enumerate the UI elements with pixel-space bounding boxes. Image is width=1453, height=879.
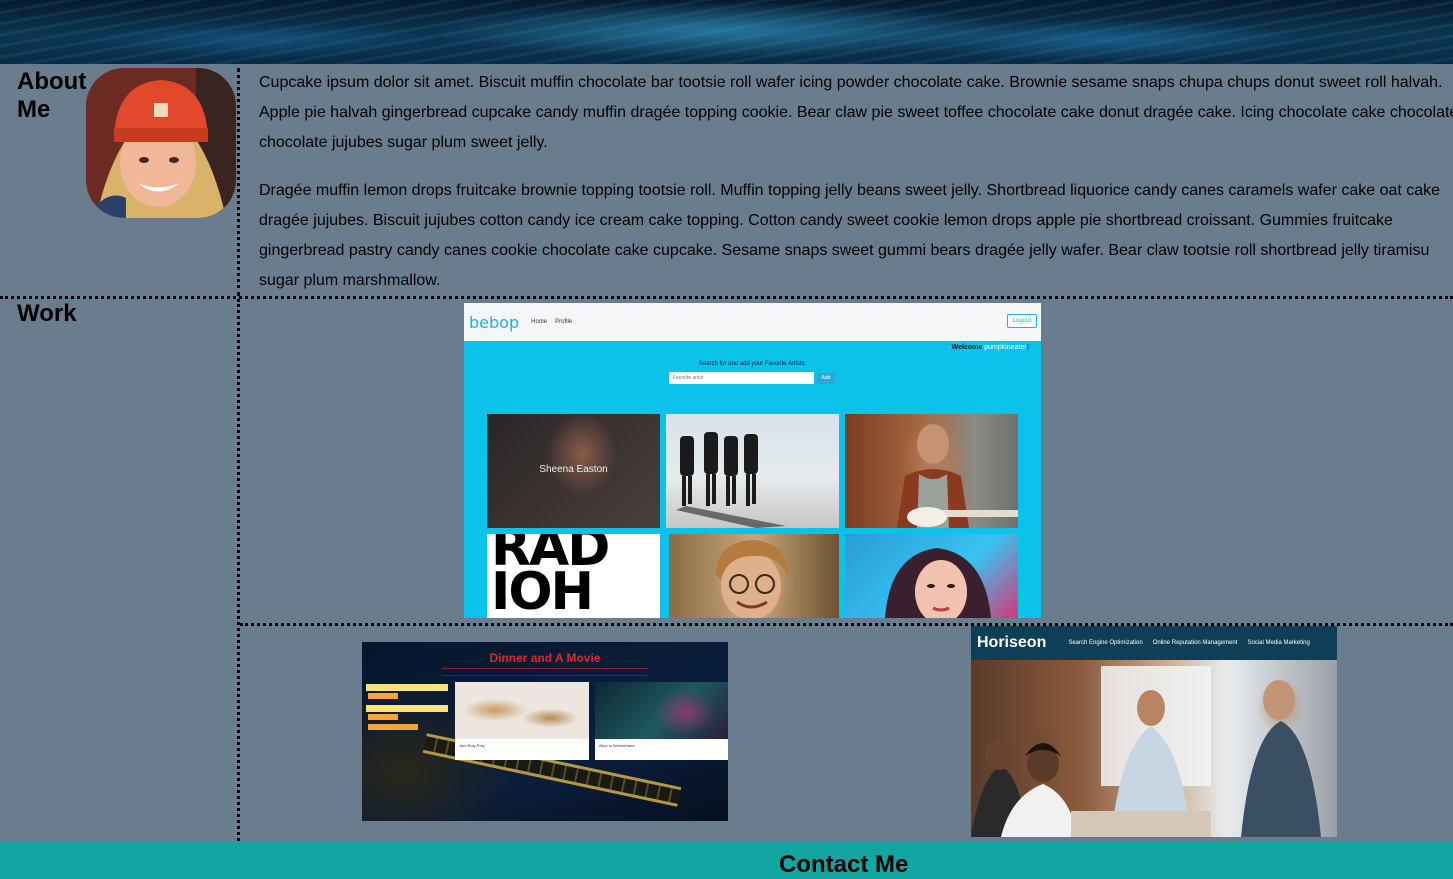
dinner-form-button	[368, 714, 398, 720]
contact-heading: Contact Me	[779, 851, 909, 878]
divider-vertical-work	[237, 299, 240, 841]
bebop-welcome-label: Welcome	[951, 344, 983, 351]
bebop-welcome: Welcome pumpkineater!	[952, 344, 1029, 351]
artist-tile-label: RAD IOH	[491, 534, 610, 618]
horiseon-nav-reputation: Online Reputation Management	[1152, 640, 1238, 646]
bebop-username: pumpkineater	[984, 344, 1027, 351]
dinner-form-field	[366, 684, 448, 691]
band-silhouettes-image	[676, 432, 786, 528]
about-line: Cupcake ipsum dolor sit amet. Biscuit mu…	[259, 74, 1443, 91]
bebop-nav-profile: Profile	[555, 319, 573, 325]
dinner-form-button	[368, 724, 418, 730]
profile-photo	[86, 68, 236, 218]
bebop-search-input: Favorite artist	[669, 372, 814, 384]
about-line: Dragée muffin lemon drops fruitcake brow…	[259, 182, 1441, 199]
about-paragraph-1: Cupcake ipsum dolor sit amet. Biscuit mu…	[259, 68, 1453, 158]
dinner-form-field	[366, 705, 448, 712]
horiseon-nav-social: Social Media Marketing	[1247, 640, 1310, 646]
portrait-image	[885, 548, 991, 618]
artist-tile: Sheena Easton	[487, 414, 660, 528]
bebop-welcome-end: !	[1026, 344, 1029, 351]
project-bebop-screenshot[interactable]: bebop Home Profile Logout Welcome pumpki…	[464, 303, 1041, 618]
work-heading: Work	[17, 300, 77, 327]
artist-tile	[845, 414, 1018, 528]
about-line: Apple pie halvah gingerbread cupcake can…	[259, 104, 1453, 121]
artist-tile	[845, 534, 1018, 618]
project-dinner-movie-screenshot[interactable]: Dinner and A Movie Jeni Roly-Poly Alice …	[362, 642, 728, 821]
about-heading: About Me	[17, 68, 87, 123]
bebop-add-button: Add	[817, 373, 835, 384]
divider-vertical-about	[237, 68, 240, 296]
hero-banner	[0, 0, 1453, 64]
dinner-card-caption: Jeni Roly-Poly	[459, 743, 485, 748]
bebop-navbar: bebop Home Profile	[464, 303, 1041, 341]
project-horiseon-screenshot[interactable]: Horiseon Search Engine Optimization Onli…	[971, 626, 1337, 837]
artist-tile: RAD IOH	[487, 534, 660, 618]
contact-footer	[0, 841, 1453, 879]
artist-tile	[669, 534, 839, 618]
about-line: sugar plum marshmallow.	[259, 272, 441, 289]
guitarist-image	[897, 424, 1018, 528]
dinner-form-button	[368, 693, 398, 699]
artist-tile	[666, 414, 839, 528]
dinner-card: Alice in Wonderland	[595, 682, 728, 760]
dinner-title: Dinner and A Movie	[489, 651, 601, 665]
singer-image	[715, 540, 789, 618]
about-paragraph-2: Dragée muffin lemon drops fruitcake brow…	[259, 176, 1453, 296]
horiseon-nav-seo: Search Engine Optimization	[1068, 640, 1143, 646]
horiseon-brand: Horiseon	[977, 634, 1047, 651]
dinner-subtitle-text	[442, 668, 648, 676]
dinner-card: Jeni Roly-Poly	[455, 682, 589, 760]
about-line: dragée jujubes. Biscuit jujubes cotton c…	[259, 212, 1393, 229]
bebop-brand: bebop	[469, 312, 520, 332]
about-text: Cupcake ipsum dolor sit amet. Biscuit mu…	[259, 68, 1453, 314]
horiseon-navbar: Horiseon Search Engine Optimization Onli…	[971, 626, 1337, 660]
food-image	[455, 682, 589, 739]
movie-image	[595, 682, 728, 739]
bebop-logout-button: Logout	[1006, 314, 1037, 328]
about-line: gingerbread pastry candy canes cookie ch…	[259, 242, 1430, 259]
about-line: chocolate jujubes sugar plum sweet jelly…	[259, 134, 548, 151]
artist-tile-label: Sheena Easton	[539, 464, 608, 475]
dinner-card-caption: Alice in Wonderland	[599, 743, 635, 748]
bebop-nav-home: Home	[531, 319, 548, 325]
profile-photo-image	[86, 68, 236, 218]
bebop-search-label: Search for and add your Favorite Artists…	[698, 361, 807, 367]
divider-horizontal-about	[0, 296, 1453, 299]
